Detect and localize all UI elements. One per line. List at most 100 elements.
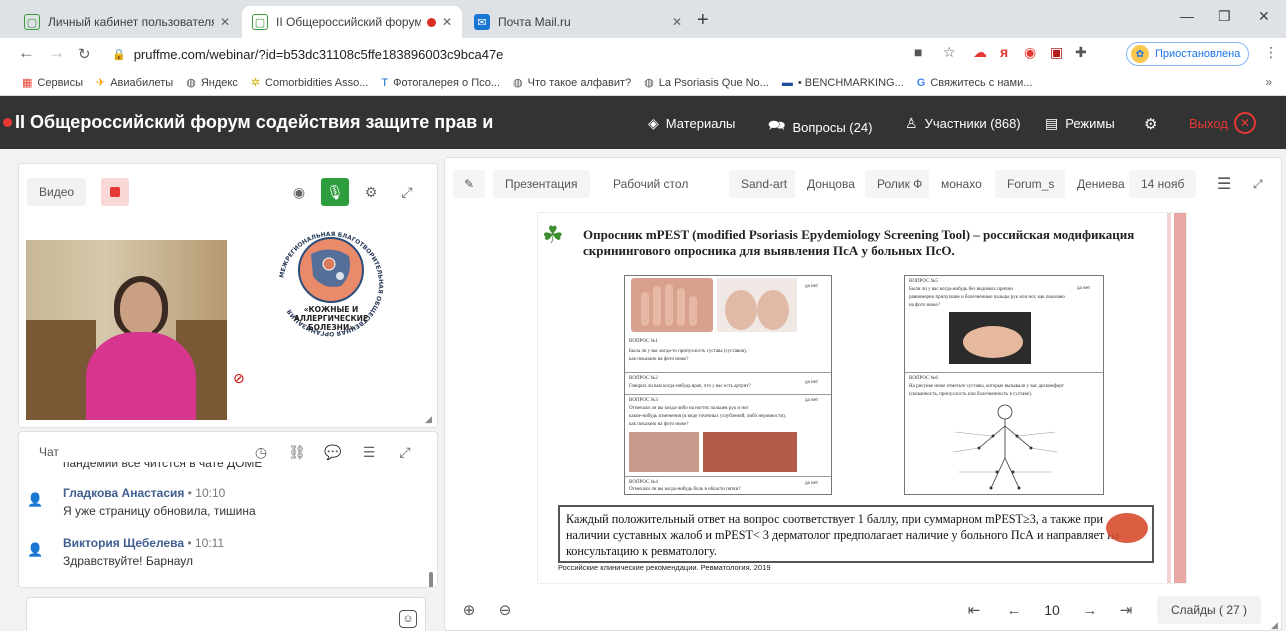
browser-tab-mail[interactable]: ✉ Почта Mail.ru ✕ [464,6,692,38]
bookmark-alphabet[interactable]: ◍ Что такое алфавит? [513,76,632,90]
chat-author-name: Гладкова Анастасия [63,486,185,500]
reload-icon[interactable]: ↻ [78,45,91,63]
browser-tab-forum[interactable]: ▢ II Общероссийский форум ✕ [242,6,462,38]
back-icon[interactable]: ← [18,43,35,63]
browser-tab-cabinet[interactable]: ▢ Личный кабинет пользователя ✕ [14,6,240,38]
globe-icon: ◍ [644,77,654,89]
tab-close-icon[interactable]: ✕ [220,15,230,29]
expand-icon[interactable]: ⤢ [393,178,421,206]
bookmark-label: Что такое алфавит? [527,76,632,89]
puzzle-icon[interactable]: ✚ [1075,44,1087,61]
resize-handle-icon[interactable]: ◢ [425,414,432,425]
previous-slide-icon[interactable]: ← [1001,596,1027,624]
bookmark-yandex[interactable]: ◍ Яндекс [186,76,238,90]
slides-list-button[interactable]: Слайды ( 27 ) [1157,596,1262,624]
video-tab[interactable]: Видео [27,178,87,206]
feet-photo [717,278,797,332]
first-slide-icon[interactable]: ⇤ [961,596,987,624]
url-input[interactable]: 🔒 pruffme.com/webinar/?id=b53dc31108c5ff… [112,42,912,66]
bookmark-comorbidities[interactable]: ✲ Comorbidities Asso... [251,76,369,90]
google-icon: G [916,76,926,89]
address-bar-row: ← → ↻ 🔒 pruffme.com/webinar/?id=b53dc311… [0,38,1286,70]
tab-close-icon[interactable]: ✕ [672,15,682,29]
pruffme-favicon-icon: ▢ [24,14,40,30]
emoji-icon[interactable]: ☺ [399,610,417,628]
layout-icon: ▤ [1045,115,1059,131]
extension-cloud-icon[interactable]: ☁ [973,44,987,61]
forward-icon[interactable]: → [48,43,65,63]
yes-no-label: да нет [1077,286,1091,291]
laser-pointer-marker [1106,513,1148,543]
chat-partial-message: пандемии все читстся в чате ДОМЕ [63,462,263,470]
minimize-icon[interactable]: — [1180,8,1194,24]
new-tab-button[interactable]: + [697,9,709,32]
video-settings-icon[interactable]: ⚙ [357,178,385,206]
chat-bubble-icon[interactable]: 💬 [319,438,347,466]
profile-button[interactable]: ✿ Приостановлена [1126,42,1250,66]
nav-participants[interactable]: ♙ Участники (868) [905,115,1021,132]
chat-panel: Чат ◷ ⛓ 💬 ☰ ⤢ пандемии все читстся в чат… [18,431,438,588]
hands-photo [631,278,713,332]
next-slide-icon[interactable]: → [1077,596,1103,624]
zoom-out-icon[interactable]: ⊖ [493,596,517,624]
record-stop-icon [110,187,120,197]
extension-circle-icon[interactable]: ◉ [1024,44,1036,61]
bookmark-benchmarking[interactable]: ▬ • BENCHMARKING... [782,77,904,89]
bookmark-services[interactable]: ▦ Сервисы [22,76,83,90]
bookmark-label: Comorbidities Asso... [265,76,369,89]
current-page-input[interactable]: 10 [1039,596,1065,624]
chat-scrollbar[interactable] [429,572,433,587]
bookmark-psoriasis[interactable]: ◍ La Psoriasis Que No... [644,76,769,90]
bookmark-label: Сервисы [37,76,83,89]
bookmark-label: • BENCHMARKING... [797,76,904,89]
exit-button[interactable]: Выход ✕ [1189,112,1256,134]
fullscreen-icon[interactable]: ⤢ [1241,170,1275,198]
tabs-menu-icon[interactable]: ☰ [1205,170,1244,198]
resize-handle-icon[interactable]: ◢ [1271,620,1278,631]
nails-photo-2 [703,432,797,472]
bookmark-contact[interactable]: G Свяжитесь с нами... [917,77,1033,89]
question-label: ВОПРОС №5 [909,279,938,284]
camera-icon[interactable]: ■ [914,44,922,60]
maximize-icon[interactable]: ❐ [1218,8,1231,25]
bookmark-photogallery[interactable]: T Фотогалерея о Псо... [381,77,500,89]
pdf-extension-icon[interactable]: ▣ [1050,44,1063,61]
nav-modes[interactable]: ▤ Режимы [1045,115,1115,132]
zoom-in-icon[interactable]: ⊕ [457,596,481,624]
nav-questions[interactable]: 🗪 Вопросы (24) [768,115,872,139]
tab-dontsova[interactable]: Донцова [795,170,867,198]
tab-close-icon[interactable]: ✕ [442,15,452,29]
tab-denieva[interactable]: Дениева [1065,170,1137,198]
last-slide-icon[interactable]: ⇥ [1113,596,1139,624]
record-button[interactable] [101,178,129,206]
star-icon[interactable]: ☆ [943,44,956,61]
yandex-extension-icon[interactable]: я [1000,44,1008,60]
draw-tool-icon[interactable]: ✎ [453,170,485,198]
tab-rolik[interactable]: Ролик Ф [865,170,935,198]
nav-materials[interactable]: ◈ Материалы [648,115,735,132]
tab-monaho[interactable]: монахо [929,170,994,198]
bookmark-avia[interactable]: ✈ Авиабилеты [96,76,174,90]
link-icon[interactable]: ⛓ [283,438,311,466]
tab-sand-art[interactable]: Sand-art [729,170,800,198]
microphone-button[interactable]: 🎙 [321,178,349,206]
question-text: Отмечали ли вы когда-либо на ногтях паль… [629,406,749,411]
tab-desktop[interactable]: Рабочий стол [601,170,701,198]
expand-icon[interactable]: ⤢ [391,438,419,466]
chat-message-input[interactable]: ☺ [26,597,426,631]
user-avatar-icon: 👤 [27,542,44,557]
bookmark-label: Авиабилеты [110,76,174,89]
tab-presentation[interactable]: Презентация [493,170,590,198]
settings-gear-icon[interactable]: ⚙ [1144,115,1157,133]
close-window-icon[interactable]: ✕ [1258,8,1270,25]
browser-tab-bar: ▢ Личный кабинет пользователя ✕ ▢ II Общ… [0,0,1286,38]
webcam-icon[interactable]: ◉ [285,178,313,206]
bookmarks-more-icon[interactable]: » [1265,75,1272,89]
tab-forum[interactable]: Forum_s [995,170,1067,198]
menu-icon[interactable]: ☰ [355,438,383,466]
kebab-menu-icon[interactable]: ⋮ [1264,44,1278,61]
question-label: ВОПРОС №3 [629,398,658,403]
presentation-slide: ☘ Опросник mPEST (modified Psoriasis Epy… [537,212,1187,584]
body-diagram [935,402,1075,490]
tab-14-nov[interactable]: 14 нояб [1129,170,1197,198]
